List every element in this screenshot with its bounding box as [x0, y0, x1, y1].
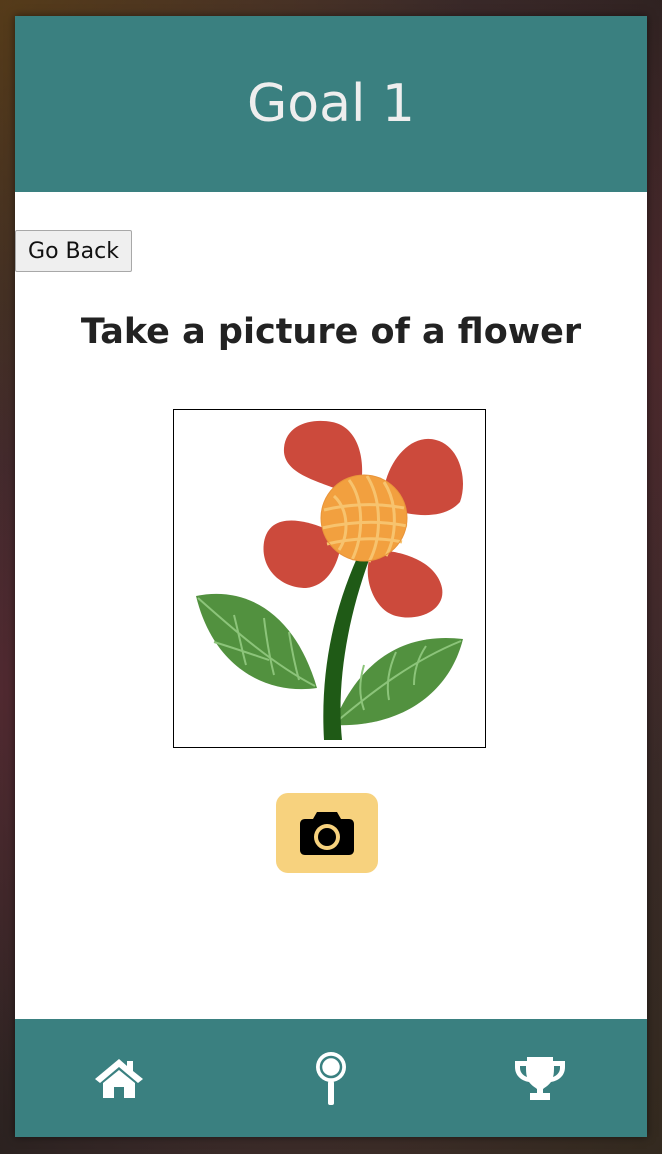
- left-leaf: [196, 593, 317, 690]
- right-leaf: [333, 637, 463, 726]
- nav-achievements[interactable]: [500, 1019, 580, 1137]
- bottom-navigation: [15, 1019, 647, 1137]
- nav-search[interactable]: [291, 1019, 371, 1137]
- flower-image: [173, 409, 486, 748]
- magnifier-icon: [316, 1052, 346, 1105]
- take-photo-button[interactable]: [276, 793, 378, 873]
- nav-home[interactable]: [79, 1019, 159, 1137]
- camera-icon: [300, 812, 354, 855]
- page-header: Goal 1: [15, 16, 647, 192]
- page-title: Goal 1: [246, 74, 416, 134]
- task-prompt: Take a picture of a flower: [80, 312, 582, 352]
- trophy-icon: [515, 1057, 565, 1100]
- app-screen: Goal 1 Go Back Take a picture of a flowe…: [15, 16, 647, 1137]
- flower-illustration: [196, 420, 463, 740]
- home-icon: [95, 1059, 143, 1098]
- go-back-button[interactable]: Go Back: [15, 230, 132, 272]
- petal-right: [367, 550, 443, 618]
